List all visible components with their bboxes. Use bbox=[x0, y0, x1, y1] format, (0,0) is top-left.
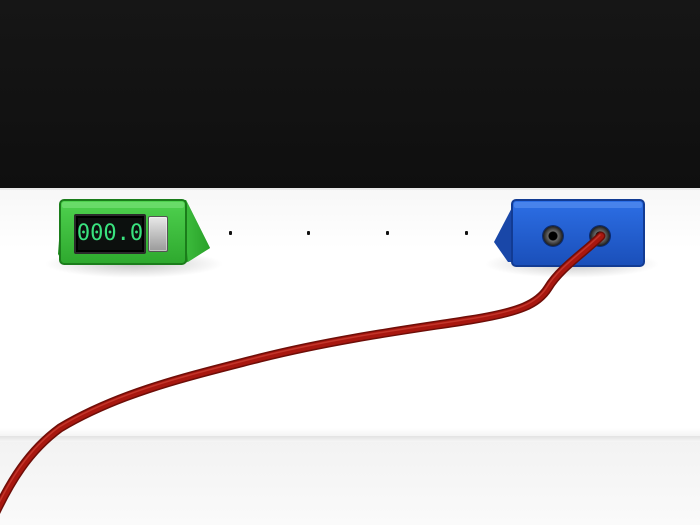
red-wire[interactable] bbox=[0, 0, 700, 525]
